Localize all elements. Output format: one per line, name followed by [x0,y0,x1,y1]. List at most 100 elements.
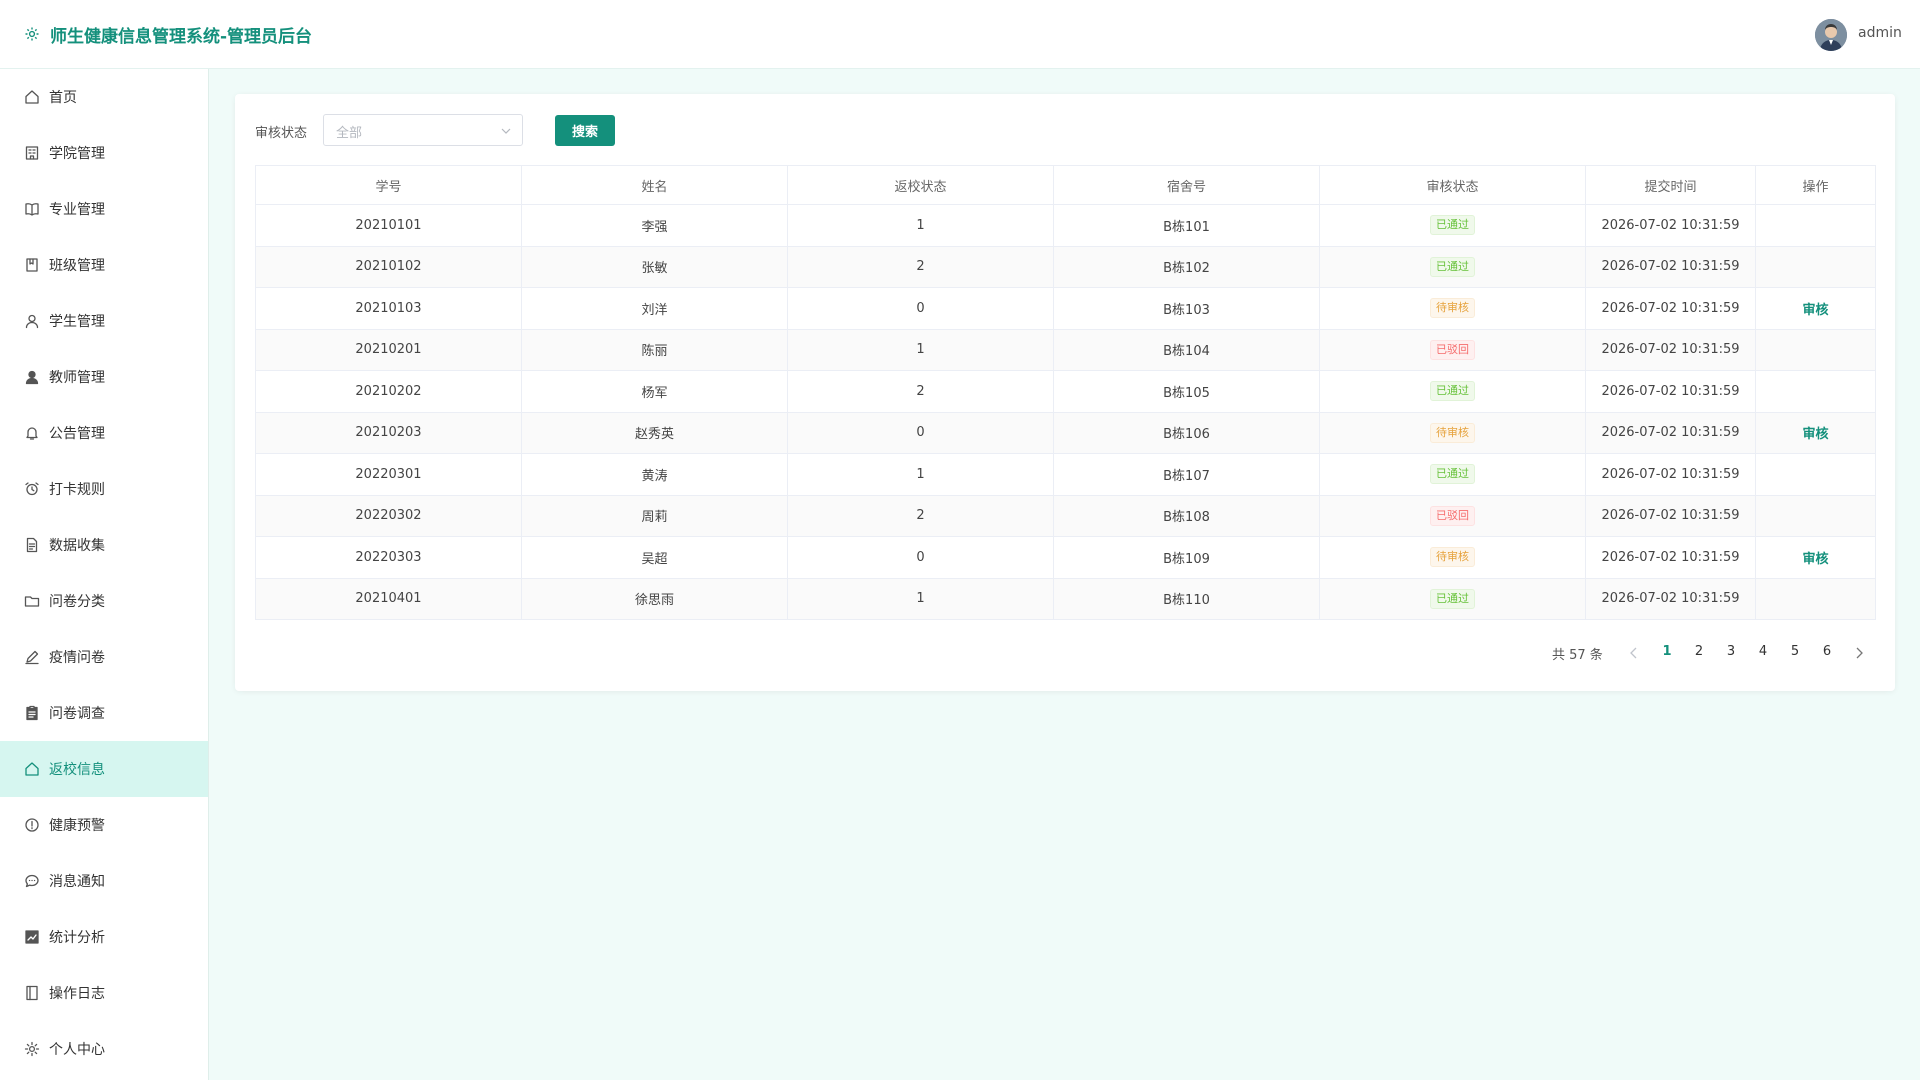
table-row: 20210203 赵秀英 0 B栋106 待审核 2026-07-02 10:31:59 审… [255,411,1876,454]
student-id-cell: 20220301 [255,453,522,496]
building-icon [24,145,40,161]
action-cell [1755,328,1876,371]
dorm-cell: B栋104 [1053,328,1320,371]
sidebar-item-9[interactable]: 问卷分类 [0,573,208,629]
dorm-cell: B栋103 [1053,287,1320,330]
name-cell: 徐思雨 [521,577,788,620]
warning-icon [24,817,40,833]
sidebar-item-1[interactable]: 学院管理 [0,125,208,181]
column-header: 宿舍号 [1053,165,1320,205]
return-status-cell: 1 [787,453,1054,496]
sidebar-item-11[interactable]: 问卷调查 [0,685,208,741]
avatar[interactable] [1815,19,1847,51]
return-status-cell: 2 [787,494,1054,537]
status-badge: 已通过 [1430,215,1475,236]
sidebar-item-0[interactable]: 首页 [0,69,208,125]
sidebar: 首页学院管理专业管理班级管理 学生管理 教师管理公告管理打卡规则数据收集 问卷分类疫情… [0,69,209,1080]
column-header: 姓名 [521,165,788,205]
sidebar-item-15[interactable]: 统计分析 [0,909,208,965]
status-badge: 已通过 [1430,381,1475,402]
log-book-icon [24,985,40,1001]
review-status-cell: 待审核 [1319,287,1586,330]
page-number[interactable]: 3 [1723,644,1739,659]
student-id-cell: 20210202 [255,370,522,413]
column-header: 返校状态 [787,165,1054,205]
action-cell: 审核 [1755,536,1876,579]
return-status-cell: 2 [787,245,1054,288]
status-badge: 已驳回 [1430,339,1475,360]
page-number[interactable]: 6 [1819,644,1835,659]
sidebar-item-7[interactable]: 打卡规则 [0,461,208,517]
submit-time-cell: 2026-07-02 10:31:59 [1585,577,1756,620]
chat-icon [24,873,40,889]
sidebar-item-16[interactable]: 操作日志 [0,965,208,1021]
sidebar-item-5[interactable]: 教师管理 [0,349,208,405]
table-row: 20210102 张敏 2 B栋102 已通过 2026-07-02 10:31:59 [255,245,1876,288]
review-action-link[interactable]: 审核 [1802,427,1828,442]
submit-time-cell: 2026-07-02 10:31:59 [1585,204,1756,247]
sidebar-item-12[interactable]: 返校信息 [0,741,208,797]
sidebar-item-6[interactable]: 公告管理 [0,405,208,461]
action-cell: 审核 [1755,287,1876,330]
page-number[interactable]: 2 [1691,644,1707,659]
submit-time-cell: 2026-07-02 10:31:59 [1585,536,1756,579]
book-icon [24,201,40,217]
return-status-cell: 1 [787,328,1054,371]
chevron-down-icon [500,125,512,137]
student-id-cell: 20210201 [255,328,522,371]
sidebar-item-2[interactable]: 专业管理 [0,181,208,237]
review-action-link[interactable]: 审核 [1802,552,1828,567]
sidebar-item-label: 消息通知 [49,874,105,890]
action-cell [1755,204,1876,247]
sidebar-item-14[interactable]: 消息通知 [0,853,208,909]
chevron-left-icon[interactable] [1628,646,1640,660]
user-filled-icon [24,369,40,385]
search-button[interactable]: 搜索 [555,115,615,146]
submit-time-cell: 2026-07-02 10:31:59 [1585,245,1756,288]
sidebar-item-label: 打卡规则 [49,482,105,498]
column-header: 审核状态 [1319,165,1586,205]
page-number[interactable]: 4 [1755,644,1771,659]
pagination-total: 共 57 条 [1552,648,1603,663]
bell-icon [24,425,40,441]
action-cell [1755,577,1876,620]
alarm-clock-icon [24,481,40,497]
document-icon [24,537,40,553]
sidebar-item-label: 专业管理 [49,202,105,218]
table-row: 20210103 刘洋 0 B栋103 待审核 2026-07-02 10:31:59 审核 [255,287,1876,330]
submit-time-cell: 2026-07-02 10:31:59 [1585,328,1756,371]
gear-icon [24,26,40,42]
dorm-cell: B栋109 [1053,536,1320,579]
name-cell: 李强 [521,204,788,247]
sidebar-item-label: 疫情问卷 [49,650,105,666]
action-cell [1755,453,1876,496]
sidebar-item-8[interactable]: 数据收集 [0,517,208,573]
table-row: 20220302 周莉 2 B栋108 已驳回 2026-07-02 10:31:59 [255,494,1876,537]
top-header: 师生健康信息管理系统-管理员后台 admin [0,0,1920,69]
sidebar-item-17[interactable]: 个人中心 [0,1021,208,1077]
page-number[interactable]: 5 [1787,644,1803,659]
chevron-right-icon[interactable] [1853,646,1865,660]
name-cell: 陈丽 [521,328,788,371]
action-cell [1755,370,1876,413]
sidebar-item-13[interactable]: 健康预警 [0,797,208,853]
review-status-cell: 待审核 [1319,411,1586,454]
return-status-cell: 1 [787,577,1054,620]
sidebar-item-10[interactable]: 疫情问卷 [0,629,208,685]
review-action-link[interactable]: 审核 [1802,303,1828,318]
sidebar-item-4[interactable]: 学生管理 [0,293,208,349]
sidebar-item-label: 公告管理 [49,426,105,442]
table-row: 20210202 杨军 2 B栋105 已通过 2026-07-02 10:31:59 [255,370,1876,413]
sidebar-item-3[interactable]: 班级管理 [0,237,208,293]
submit-time-cell: 2026-07-02 10:31:59 [1585,494,1756,537]
edit-pen-icon [24,649,40,665]
name-cell: 杨军 [521,370,788,413]
dorm-cell: B栋106 [1053,411,1320,454]
sidebar-item-label: 学院管理 [49,146,105,162]
status-badge: 待审核 [1430,422,1475,443]
user-name[interactable]: admin [1858,25,1902,41]
review-status-select[interactable]: 全部 [323,114,523,146]
sidebar-item-label: 返校信息 [49,762,105,778]
student-id-cell: 20220303 [255,536,522,579]
page-number[interactable]: 1 [1659,644,1675,659]
